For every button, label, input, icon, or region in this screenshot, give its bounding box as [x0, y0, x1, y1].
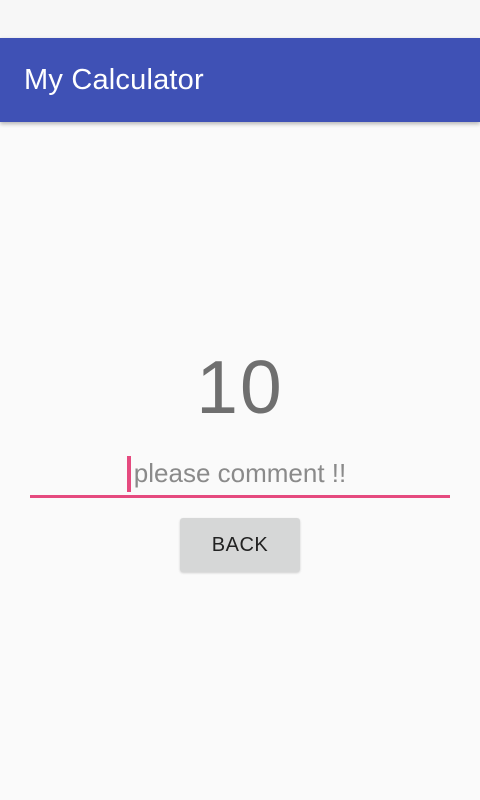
app-title: My Calculator: [24, 63, 204, 96]
comment-field[interactable]: [30, 452, 450, 498]
status-bar: [0, 0, 480, 38]
comment-input[interactable]: [30, 452, 450, 495]
result-display: 10: [196, 345, 284, 429]
back-button[interactable]: BACK: [180, 518, 300, 572]
app-bar: My Calculator: [0, 38, 480, 122]
text-cursor: [127, 456, 131, 492]
main-content: 10 BACK: [0, 122, 480, 800]
